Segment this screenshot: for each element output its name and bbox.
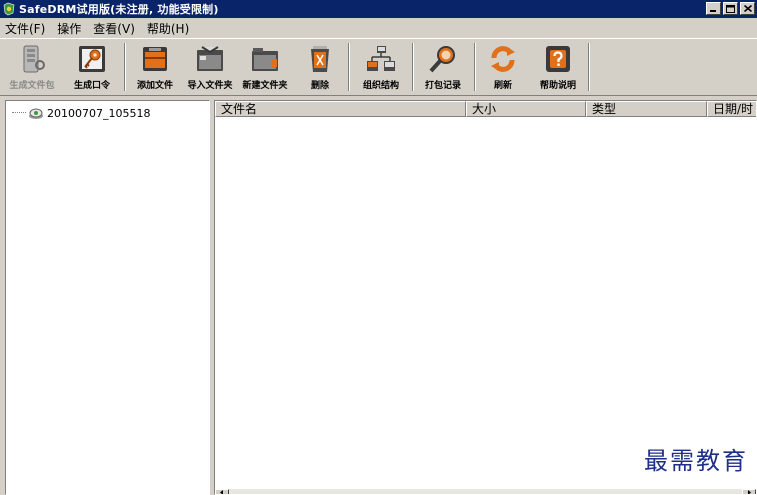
menu-operation[interactable]: 操作 [52,20,88,37]
package-record-button[interactable]: 打包记录 [418,41,468,93]
title-bar[interactable]: SafeDRM试用版(未注册, 功能受限制) [0,0,757,18]
generate-password-button[interactable]: 生成口令 [66,41,118,93]
scroll-right-button[interactable] [742,489,756,494]
new-folder-button[interactable]: 新建文件夹 [238,41,292,93]
menu-bar: 文件(F) 操作 查看(V) 帮助(H) [0,18,757,38]
menu-file[interactable]: 文件(F) [0,20,52,37]
folder-tree[interactable]: 20100707_105518 [5,100,210,495]
toolbar: 生成文件包 生成口令 添加文件 导入文件夹 新建文件夹 删除 组织结构 打包记录… [0,38,757,96]
maximize-button[interactable] [723,2,738,15]
file-list[interactable]: 文件名 大小 类型 日期/时 最需教育 [214,100,757,495]
tree-node-root[interactable]: 20100707_105518 [12,106,150,120]
refresh-icon [491,46,515,72]
maximize-icon [726,4,735,13]
org-structure-icon [367,46,395,71]
minimize-button[interactable] [706,2,721,15]
toolbar-separator [348,43,350,91]
window-title: SafeDRM试用版(未注册, 功能受限制) [19,3,219,16]
tree-node-label: 20100707_105518 [47,106,151,120]
help-button[interactable]: 帮助说明 [532,41,584,93]
scroll-left-button[interactable] [215,489,229,494]
column-type[interactable]: 类型 [586,101,707,117]
arrow-left-icon [220,490,223,494]
delete-label: 删除 [310,81,329,91]
generate-package-label: 生成文件包 [9,81,55,91]
add-file-icon [143,47,167,71]
help-icon [546,46,570,72]
delete-button[interactable]: 删除 [298,41,342,93]
package-record-label: 打包记录 [424,81,461,91]
column-filename[interactable]: 文件名 [215,101,466,117]
window-controls [704,2,755,15]
menu-help[interactable]: 帮助(H) [142,20,196,37]
delete-icon [311,46,329,72]
package-icon [23,45,45,73]
horizontal-scrollbar[interactable] [215,489,756,494]
generate-package-button[interactable]: 生成文件包 [4,41,60,93]
import-folder-label: 导入文件夹 [187,81,233,91]
search-record-icon [429,46,455,73]
watermark-text: 最需教育 [644,447,748,475]
key-icon [79,46,105,72]
new-folder-label: 新建文件夹 [242,81,288,91]
close-button[interactable] [740,2,755,15]
package-node-icon [29,108,43,119]
refresh-button[interactable]: 刷新 [480,41,526,93]
generate-password-label: 生成口令 [73,81,110,91]
toolbar-separator [124,43,126,91]
refresh-label: 刷新 [493,81,512,91]
column-date[interactable]: 日期/时 [707,101,756,117]
import-folder-button[interactable]: 导入文件夹 [184,41,236,93]
add-file-label: 添加文件 [136,81,173,91]
add-file-button[interactable]: 添加文件 [130,41,180,93]
close-icon [743,5,752,12]
toolbar-separator [474,43,476,91]
app-icon [3,2,15,16]
minimize-icon [710,10,716,12]
new-folder-icon [252,48,278,71]
tree-connector [12,112,26,114]
org-structure-button[interactable]: 组织结构 [354,41,408,93]
list-header: 文件名 大小 类型 日期/时 [215,101,756,117]
import-folder-icon [197,46,223,71]
toolbar-separator [412,43,414,91]
menu-view[interactable]: 查看(V) [88,20,142,37]
arrow-right-icon [748,490,751,494]
column-size[interactable]: 大小 [466,101,586,117]
help-label: 帮助说明 [539,81,576,91]
client-area: 20100707_105518 文件名 大小 类型 日期/时 最需教育 [0,96,757,495]
toolbar-separator [588,43,590,91]
org-structure-label: 组织结构 [362,81,399,91]
